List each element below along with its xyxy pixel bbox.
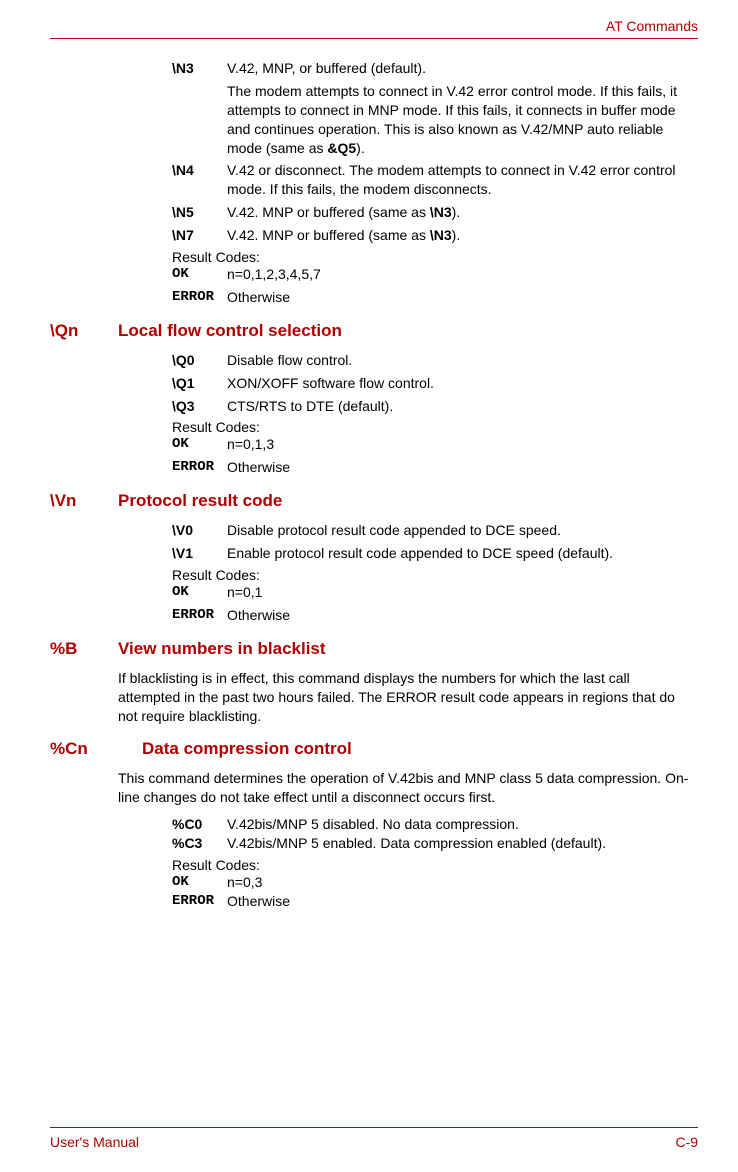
- result-ok-row: OK n=0,3: [172, 873, 698, 892]
- def-row: \Q1 XON/XOFF software flow control.: [172, 374, 698, 393]
- header-text: AT Commands: [606, 18, 698, 34]
- def-text: V.42. MNP or buffered (same as \N3).: [227, 226, 698, 245]
- result-ok-row: OK n=0,1: [172, 583, 698, 602]
- def-code: \V1: [172, 544, 227, 563]
- n-definitions: \N3 V.42, MNP, or buffered (default). Th…: [172, 59, 698, 307]
- c-definitions: %C0 V.42bis/MNP 5 disabled. No data comp…: [172, 815, 698, 911]
- result-error-row: ERROR Otherwise: [172, 892, 698, 911]
- error-text: Otherwise: [227, 606, 698, 625]
- def-code: \N7: [172, 226, 227, 245]
- result-codes-label: Result Codes:: [172, 567, 698, 583]
- def-row: The modem attempts to connect in V.42 er…: [172, 82, 698, 158]
- def-text: V.42bis/MNP 5 disabled. No data compress…: [227, 815, 698, 834]
- section-name: Local flow control selection: [118, 321, 342, 341]
- def-row: \N7 V.42. MNP or buffered (same as \N3).: [172, 226, 698, 245]
- ok-text: n=0,1,2,3,4,5,7: [227, 265, 698, 284]
- section-qn-title: \Qn Local flow control selection: [50, 321, 698, 341]
- section-b-title: %B View numbers in blacklist: [50, 639, 698, 659]
- section-name: Protocol result code: [118, 491, 282, 511]
- def-row: \V0 Disable protocol result code appende…: [172, 521, 698, 540]
- result-ok-row: OK n=0,1,3: [172, 435, 698, 454]
- b-body: If blacklisting is in effect, this comma…: [118, 669, 694, 726]
- result-error-row: ERROR Otherwise: [172, 606, 698, 625]
- def-code: \N4: [172, 161, 227, 199]
- ok-code: OK: [172, 583, 227, 602]
- def-code: [172, 82, 227, 158]
- result-error-row: ERROR Otherwise: [172, 458, 698, 477]
- def-row: \V1 Enable protocol result code appended…: [172, 544, 698, 563]
- def-row: \N3 V.42, MNP, or buffered (default).: [172, 59, 698, 78]
- result-codes-label: Result Codes:: [172, 857, 698, 873]
- ok-code: OK: [172, 873, 227, 892]
- ok-code: OK: [172, 435, 227, 454]
- ok-text: n=0,1,3: [227, 435, 698, 454]
- def-row: \Q0 Disable flow control.: [172, 351, 698, 370]
- q-definitions: \Q0 Disable flow control. \Q1 XON/XOFF s…: [172, 351, 698, 477]
- section-name: Data compression control: [142, 739, 352, 759]
- error-text: Otherwise: [227, 892, 698, 911]
- error-code: ERROR: [172, 892, 227, 911]
- def-text: The modem attempts to connect in V.42 er…: [227, 82, 698, 158]
- def-text: Enable protocol result code appended to …: [227, 544, 698, 563]
- section-cmd: %B: [50, 639, 118, 659]
- def-code: \N5: [172, 203, 227, 222]
- section-name: View numbers in blacklist: [118, 639, 326, 659]
- footer-left: User's Manual: [50, 1134, 139, 1150]
- page-footer: User's Manual C-9: [50, 1127, 698, 1150]
- result-codes-label: Result Codes:: [172, 419, 698, 435]
- ok-text: n=0,1: [227, 583, 698, 602]
- def-row: \N5 V.42. MNP or buffered (same as \N3).: [172, 203, 698, 222]
- v-definitions: \V0 Disable protocol result code appende…: [172, 521, 698, 625]
- error-text: Otherwise: [227, 288, 698, 307]
- def-code: %C3: [172, 834, 227, 853]
- def-code: \Q3: [172, 397, 227, 416]
- footer-right: C-9: [675, 1134, 698, 1150]
- def-code: \Q0: [172, 351, 227, 370]
- ok-text: n=0,3: [227, 873, 698, 892]
- def-text: Disable flow control.: [227, 351, 698, 370]
- c-body: This command determines the operation of…: [118, 769, 694, 807]
- error-code: ERROR: [172, 606, 227, 625]
- def-text: CTS/RTS to DTE (default).: [227, 397, 698, 416]
- def-row: \Q3 CTS/RTS to DTE (default).: [172, 397, 698, 416]
- section-vn-title: \Vn Protocol result code: [50, 491, 698, 511]
- def-text: V.42, MNP, or buffered (default).: [227, 59, 698, 78]
- def-text: Disable protocol result code appended to…: [227, 521, 698, 540]
- error-code: ERROR: [172, 288, 227, 307]
- def-row: %C0 V.42bis/MNP 5 disabled. No data comp…: [172, 815, 698, 834]
- result-error-row: ERROR Otherwise: [172, 288, 698, 307]
- def-text: V.42. MNP or buffered (same as \N3).: [227, 203, 698, 222]
- result-ok-row: OK n=0,1,2,3,4,5,7: [172, 265, 698, 284]
- def-text: V.42 or disconnect. The modem attempts t…: [227, 161, 698, 199]
- page-header: AT Commands: [50, 18, 698, 39]
- def-code: \V0: [172, 521, 227, 540]
- def-code: \N3: [172, 59, 227, 78]
- def-row: \N4 V.42 or disconnect. The modem attemp…: [172, 161, 698, 199]
- def-code: %C0: [172, 815, 227, 834]
- section-cmd: \Vn: [50, 491, 118, 511]
- section-cn-title: %Cn Data compression control: [50, 739, 698, 759]
- result-codes-label: Result Codes:: [172, 249, 698, 265]
- def-text: XON/XOFF software flow control.: [227, 374, 698, 393]
- section-cmd: %Cn: [50, 739, 142, 759]
- def-text: V.42bis/MNP 5 enabled. Data compression …: [227, 834, 698, 853]
- error-text: Otherwise: [227, 458, 698, 477]
- def-code: \Q1: [172, 374, 227, 393]
- error-code: ERROR: [172, 458, 227, 477]
- ok-code: OK: [172, 265, 227, 284]
- section-cmd: \Qn: [50, 321, 118, 341]
- def-row: %C3 V.42bis/MNP 5 enabled. Data compress…: [172, 834, 698, 853]
